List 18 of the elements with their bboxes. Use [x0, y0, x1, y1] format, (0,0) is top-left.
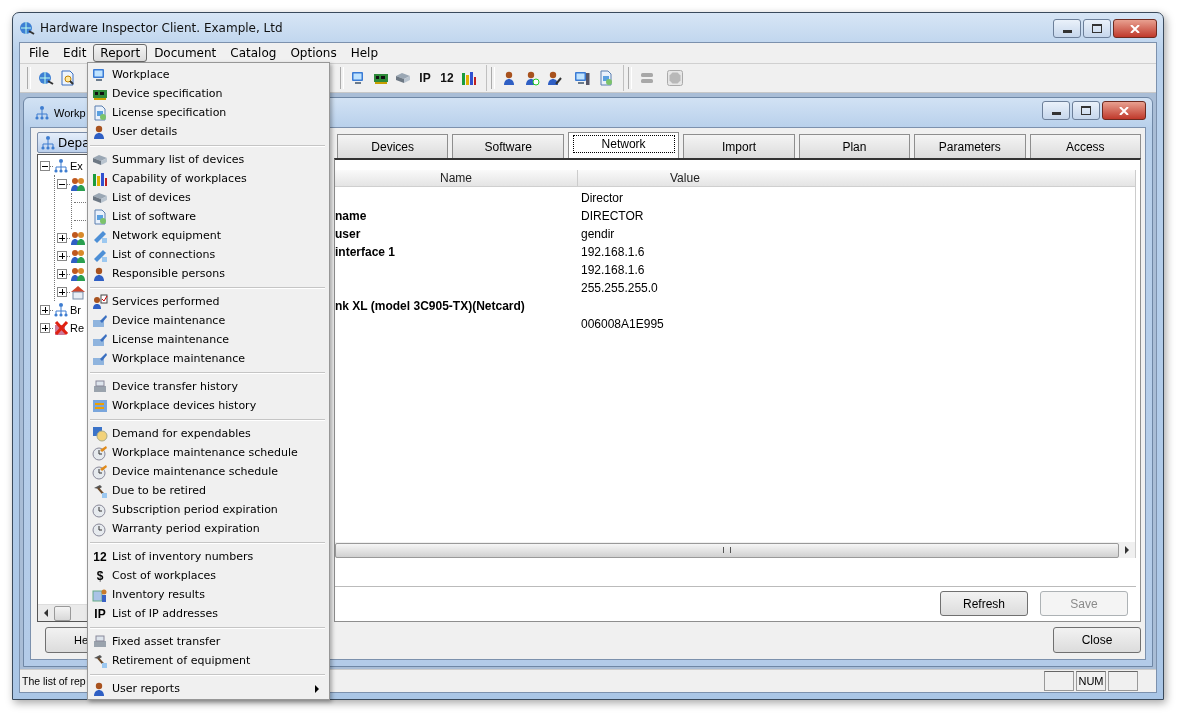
menu-glyph: IP — [94, 606, 106, 621]
table-cell: gendir — [581, 227, 615, 241]
table-cell: user — [335, 227, 361, 241]
table-cell: DIRECTOR — [581, 209, 644, 223]
menu-glyph: 12 — [93, 549, 107, 564]
status-indicator: NUM — [1076, 671, 1106, 691]
menu-glyph: $ — [96, 568, 104, 583]
window-title: Hardware Inspector Client. Example, Ltd — [40, 20, 283, 35]
child-window-title: Workp — [54, 106, 86, 119]
table-cell: Director — [581, 191, 623, 205]
table-cell: 192.168.1.6 — [581, 245, 645, 259]
table-cell: 006008A1E995 — [581, 317, 664, 331]
status-text: The list of rep — [22, 675, 87, 687]
table-cell: name — [335, 209, 367, 223]
table-cell: 255.255.255.0 — [581, 281, 658, 295]
table-cell: nk XL (model 3C905-TX)(Netcard) — [335, 299, 525, 313]
table-cell: interface 1 — [335, 245, 396, 259]
table-cell: 192.168.1.6 — [581, 263, 645, 277]
